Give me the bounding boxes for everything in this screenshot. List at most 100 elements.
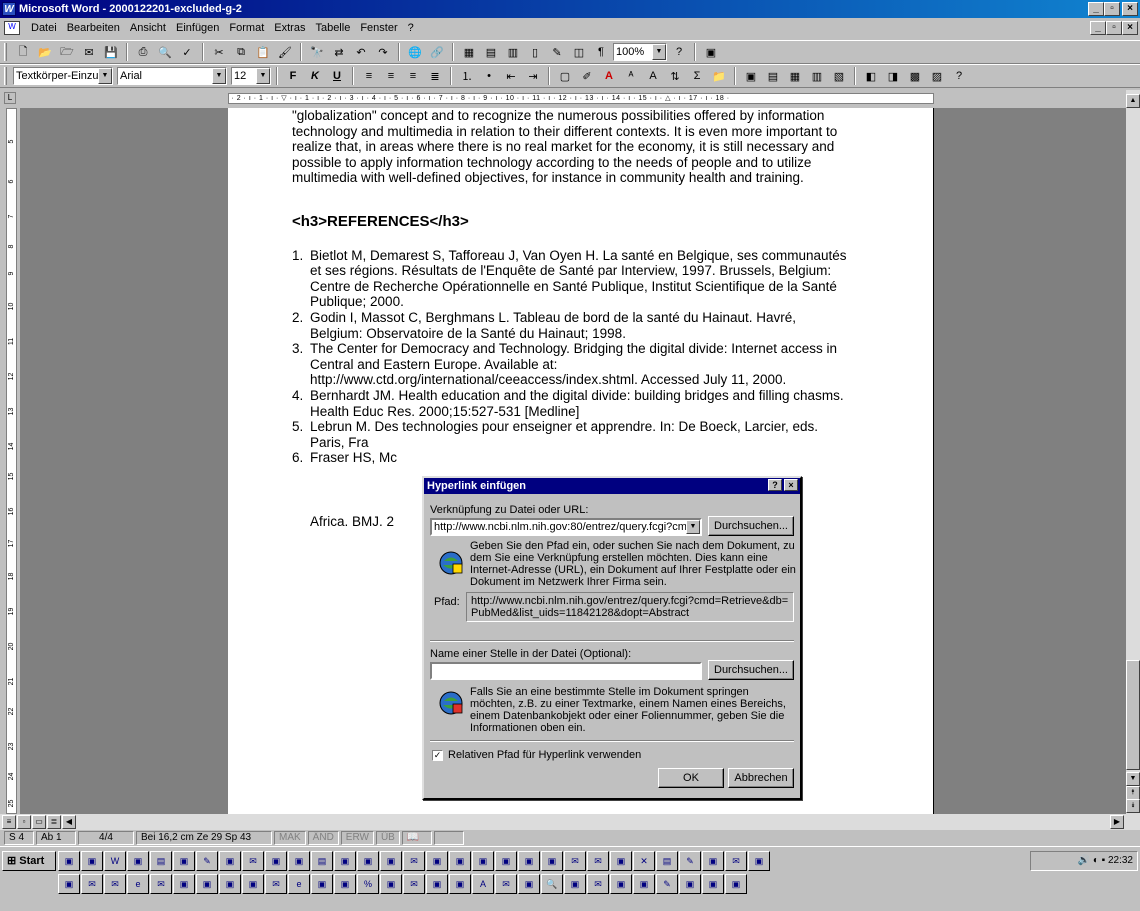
maximize-button[interactable]: ▫ [1104, 2, 1120, 16]
chevron-down-icon[interactable]: ▼ [652, 44, 666, 60]
scroll-down-button[interactable]: ▼ [1126, 772, 1140, 786]
task-button[interactable]: ▣ [219, 851, 241, 871]
hyperlink-dialog[interactable]: Hyperlink einfügen ? × Verknüpfung zu Da… [422, 476, 802, 800]
bullets-icon[interactable]: • [479, 67, 499, 85]
task-button[interactable]: 🔍 [541, 874, 563, 894]
minimize-button[interactable]: _ [1088, 2, 1104, 16]
form-icon[interactable]: ▤ [763, 67, 783, 85]
format-painter-icon[interactable]: 🖌 [275, 43, 295, 61]
menu-datei[interactable]: Datei [26, 22, 62, 34]
task-button[interactable]: ✉ [564, 851, 586, 871]
spelling-icon[interactable]: ✓ [177, 43, 197, 61]
highlight-icon[interactable]: ✐ [577, 67, 597, 85]
document-map-icon[interactable]: ◫ [569, 43, 589, 61]
comment-icon[interactable]: ▩ [905, 67, 925, 85]
horizontal-scrollbar[interactable]: ≡ ▫ ▭ ≣ ◀ ▶ [0, 814, 1140, 830]
chevron-down-icon[interactable]: ▼ [98, 68, 112, 84]
menu-ansicht[interactable]: Ansicht [125, 22, 171, 34]
status-and[interactable]: ÄND [307, 831, 339, 845]
nav-next-icon[interactable]: ◨ [883, 67, 903, 85]
task-button[interactable]: ▣ [541, 851, 563, 871]
task-button[interactable]: ✉ [265, 874, 287, 894]
help-icon[interactable]: ? [949, 67, 969, 85]
align-center-icon[interactable]: ≡ [381, 67, 401, 85]
align-left-icon[interactable]: ≡ [359, 67, 379, 85]
insert-table-icon[interactable]: ▤ [481, 43, 501, 61]
align-right-icon[interactable]: ≡ [403, 67, 423, 85]
task-button[interactable]: ✕ [633, 851, 655, 871]
task-button[interactable]: A [472, 874, 494, 894]
nav-prev-icon[interactable]: ◧ [861, 67, 881, 85]
tables-icon[interactable]: ▦ [459, 43, 479, 61]
task-button[interactable]: ▣ [196, 874, 218, 894]
frame-icon[interactable]: ▣ [741, 67, 761, 85]
task-button[interactable]: ▣ [495, 851, 517, 871]
shrink-font-icon[interactable]: ᴬ [621, 67, 641, 85]
ok-button[interactable]: OK [658, 768, 724, 788]
print-layout-icon[interactable]: ▭ [32, 815, 46, 829]
spellcheck-status-icon[interactable]: 📖 [401, 831, 432, 845]
task-button[interactable]: % [357, 874, 379, 894]
toolbar-grip[interactable] [4, 67, 7, 85]
task-button[interactable]: ▣ [311, 874, 333, 894]
zoom-combo[interactable]: 100% ▼ [613, 43, 667, 61]
chevron-down-icon[interactable]: ▼ [256, 68, 270, 84]
task-button[interactable]: ▣ [748, 851, 770, 871]
columns-icon[interactable]: ▯ [525, 43, 545, 61]
start-button[interactable]: ⊞ Start [2, 851, 56, 871]
reference-item[interactable]: 4. Bernhardt JM. Health education and the… [292, 388, 852, 419]
task-button[interactable]: ▣ [173, 851, 195, 871]
next-page-button[interactable]: ⯯ [1126, 799, 1140, 813]
task-button[interactable]: ✉ [587, 851, 609, 871]
task-button[interactable]: ✉ [150, 874, 172, 894]
macro-icon[interactable]: ▨ [927, 67, 947, 85]
task-button[interactable]: ▣ [610, 874, 632, 894]
task-button[interactable]: ▣ [610, 851, 632, 871]
task-button[interactable]: ✉ [587, 874, 609, 894]
drawing-icon[interactable]: ✎ [547, 43, 567, 61]
chevron-down-icon[interactable]: ▼ [212, 68, 226, 84]
reference-item[interactable]: 3. The Center for Democracy and Technolog… [292, 341, 852, 388]
reference-item[interactable]: 2. Godin I, Massot C, Berghmans L. Tablea… [292, 310, 852, 341]
scroll-thumb[interactable] [1126, 660, 1140, 770]
undo-icon[interactable]: ↶ [351, 43, 371, 61]
redo-icon[interactable]: ↷ [373, 43, 393, 61]
underline-button[interactable]: U [327, 67, 347, 85]
hyperlink-icon[interactable]: 🔗 [427, 43, 447, 61]
task-button[interactable]: ▣ [127, 851, 149, 871]
task-button[interactable]: ▣ [449, 851, 471, 871]
task-button[interactable]: ▣ [380, 851, 402, 871]
excel-icon[interactable]: ▥ [503, 43, 523, 61]
task-button[interactable]: ✉ [81, 874, 103, 894]
preview-icon[interactable]: ▧ [829, 67, 849, 85]
chevron-down-icon[interactable]: ▼ [686, 520, 700, 534]
doc-restore-button[interactable]: ▫ [1106, 21, 1122, 35]
dialog-title-bar[interactable]: Hyperlink einfügen ? × [424, 478, 800, 494]
task-button[interactable]: ▣ [58, 851, 80, 871]
tray-icons[interactable]: 🔊 ◐ ▪ [1078, 855, 1108, 866]
task-button[interactable]: ▣ [725, 874, 747, 894]
web-page-icon[interactable]: ▣ [701, 43, 721, 61]
status-mak[interactable]: MAK [274, 831, 306, 845]
web-toolbar-icon[interactable]: 🌐 [405, 43, 425, 61]
grow-font-icon[interactable]: A [643, 67, 663, 85]
relative-path-checkbox[interactable]: ✓ [432, 750, 443, 761]
reference-item[interactable]: 1. Bietlot M, Demarest S, Tafforeau J, Va… [292, 248, 852, 310]
task-button[interactable]: ▣ [380, 874, 402, 894]
task-button[interactable]: ✎ [656, 874, 678, 894]
task-button[interactable]: e [127, 874, 149, 894]
reference-item[interactable]: 6. Fraser HS, Mc [292, 450, 852, 466]
task-button[interactable]: ▤ [656, 851, 678, 871]
table-props-icon[interactable]: ▦ [785, 67, 805, 85]
task-button[interactable]: W [104, 851, 126, 871]
task-button[interactable]: ▣ [564, 874, 586, 894]
task-button[interactable]: ✎ [679, 851, 701, 871]
ruler-track[interactable]: · 2 · ı · 1 · ı · ▽ · ı · 1 · ı · 2 · ı … [228, 93, 934, 104]
web-layout-icon[interactable]: ▫ [17, 815, 31, 829]
show-hide-icon[interactable]: ¶ [591, 43, 611, 61]
task-button[interactable]: ✉ [242, 851, 264, 871]
reference-item[interactable]: 5. Lebrun M. Des technologies pour enseig… [292, 419, 852, 450]
increase-indent-icon[interactable]: ⇥ [523, 67, 543, 85]
bold-button[interactable]: F [283, 67, 303, 85]
task-button[interactable]: ▣ [449, 874, 471, 894]
